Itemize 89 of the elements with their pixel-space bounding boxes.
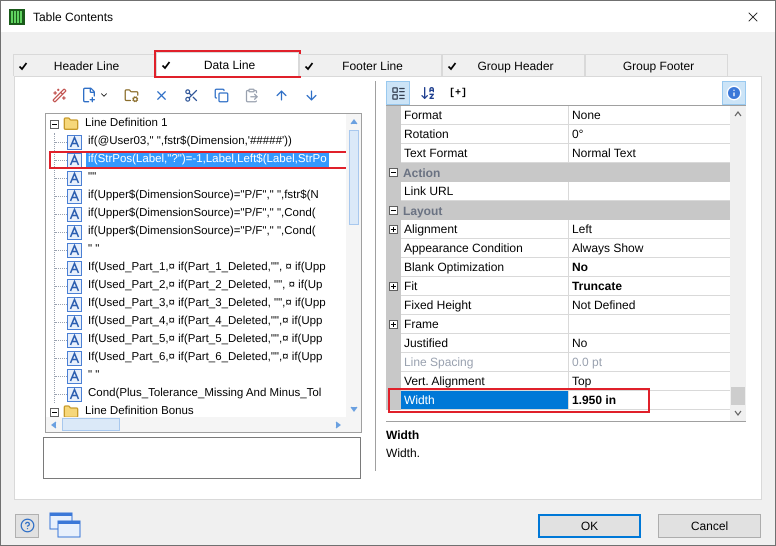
categorized-list-icon bbox=[390, 86, 406, 100]
text-field-icon bbox=[67, 368, 82, 384]
text-field-icon bbox=[67, 260, 82, 276]
copy-icon bbox=[214, 88, 228, 102]
collapse-toggle[interactable] bbox=[389, 168, 398, 177]
text-field-icon bbox=[67, 296, 82, 312]
text-field-icon bbox=[67, 134, 82, 150]
scrollbar-thumb[interactable] bbox=[731, 387, 745, 405]
tab[interactable]: Group Header bbox=[442, 54, 585, 76]
description-text: Width. bbox=[386, 445, 422, 462]
tree-item[interactable]: If(Used_Part_5,¤ if(Part_5_Deleted,"",¤ if(Upp bbox=[86, 331, 324, 349]
text-field-icon bbox=[67, 350, 82, 366]
text-field-icon bbox=[67, 386, 82, 402]
collapse-toggle[interactable] bbox=[50, 408, 59, 416]
collapse-toggle[interactable] bbox=[389, 206, 398, 215]
tree-item[interactable]: If(Used_Part_1,¤ if(Part_1_Deleted,"", ¤ if(Upp bbox=[86, 259, 328, 277]
text-field-icon bbox=[67, 170, 82, 186]
vertical-scrollbar[interactable] bbox=[730, 106, 746, 421]
property-name[interactable]: Format bbox=[401, 106, 569, 125]
sort-az-icon bbox=[420, 85, 436, 101]
window-title: Table Contents bbox=[33, 8, 114, 26]
tree-item[interactable]: Cond(Plus_Tolerance_Missing And Minus_Tol bbox=[86, 385, 324, 403]
property-name[interactable]: Appearance Condition bbox=[401, 239, 569, 258]
text-field-icon bbox=[67, 188, 82, 204]
scroll-right-arrow-icon[interactable] bbox=[334, 420, 342, 428]
wand-icon bbox=[52, 88, 66, 102]
property-name[interactable]: Rotation bbox=[401, 125, 569, 144]
scrollbar-thumb[interactable] bbox=[348, 130, 358, 225]
tree-item[interactable]: If(Used_Part_2,¤ if(Part_2_Deleted, "", ¤ if(Up bbox=[86, 277, 324, 295]
horizontal-scrollbar[interactable] bbox=[46, 417, 361, 432]
windows-icon bbox=[49, 512, 81, 540]
collapse-toggle[interactable] bbox=[50, 120, 59, 128]
property-name[interactable]: Width bbox=[401, 391, 569, 410]
scroll-left-arrow-icon[interactable] bbox=[50, 420, 58, 428]
tree-item[interactable]: If(Used_Part_3,¤ if(Part_3_Deleted, "",¤ if(Upp bbox=[86, 295, 328, 313]
text-field-icon bbox=[67, 242, 82, 258]
tree-item[interactable]: If(Used_Part_4,¤ if(Part_4_Deleted,"",¤ if(Upp bbox=[86, 313, 324, 331]
folder-icon bbox=[63, 404, 79, 417]
tab[interactable]: Footer Line bbox=[299, 54, 442, 76]
tree-item[interactable]: if(@User03," ",fstr$(Dimension,'#####')) bbox=[86, 133, 294, 151]
dialog-button[interactable]: OK bbox=[538, 514, 641, 538]
expand-all-button[interactable]: [+] bbox=[446, 81, 470, 105]
tree-item[interactable]: Line Definition Bonus bbox=[83, 403, 196, 417]
paste-icon bbox=[244, 88, 258, 102]
category-label: Action bbox=[402, 164, 440, 182]
tab[interactable]: Header Line bbox=[13, 54, 156, 76]
vertical-scrollbar[interactable] bbox=[346, 114, 361, 417]
text-field-icon bbox=[67, 332, 82, 348]
tree-item[interactable]: " " bbox=[86, 367, 102, 385]
tree-item[interactable]: "" bbox=[86, 169, 98, 187]
folder-gear-icon bbox=[124, 88, 138, 102]
tree-item[interactable]: If(Used_Part_6,¤ if(Part_6_Deleted,"",¤ if(Upp bbox=[86, 349, 324, 367]
category-label: Layout bbox=[402, 202, 442, 220]
categorized-view-button[interactable] bbox=[386, 81, 410, 105]
tree-item[interactable]: if(Upper$(DimensionSource)="P/F"," ",Cond( bbox=[86, 223, 318, 241]
scroll-down-arrow-icon[interactable] bbox=[350, 405, 358, 413]
property-name[interactable]: Fixed Height bbox=[401, 296, 569, 315]
property-name[interactable]: Blank Optimization bbox=[401, 258, 569, 277]
expand-toggle[interactable] bbox=[389, 225, 398, 234]
property-name[interactable]: Fit bbox=[401, 277, 569, 296]
expand-toggle[interactable] bbox=[389, 282, 398, 291]
info-icon bbox=[726, 85, 742, 101]
text-field-icon bbox=[67, 152, 82, 168]
property-name[interactable]: Frame bbox=[401, 315, 569, 334]
tree-item[interactable]: Line Definition 1 bbox=[83, 115, 170, 133]
cut-icon bbox=[184, 88, 198, 102]
arrow-down-icon bbox=[304, 88, 318, 102]
property-name[interactable]: Alignment bbox=[401, 220, 569, 239]
tab[interactable]: Group Footer bbox=[585, 54, 728, 76]
tree-item[interactable]: if(Upper$(DimensionSource)="P/F"," ",Cond( bbox=[86, 205, 318, 223]
description-title: Width bbox=[386, 427, 420, 444]
help-icon bbox=[20, 518, 34, 533]
property-name[interactable]: Justified bbox=[401, 334, 569, 353]
text-field-icon bbox=[67, 206, 82, 222]
scrollbar-thumb[interactable] bbox=[62, 418, 120, 431]
info-button[interactable] bbox=[722, 81, 746, 105]
scroll-up-arrow-icon[interactable] bbox=[350, 118, 358, 126]
folder-icon bbox=[63, 116, 79, 132]
tree-item[interactable]: " " bbox=[86, 241, 102, 259]
text-field-icon bbox=[67, 224, 82, 240]
new-item-icon bbox=[81, 87, 97, 103]
help-button[interactable] bbox=[15, 514, 39, 538]
expand-toggle[interactable] bbox=[389, 320, 398, 329]
tree-item[interactable]: if(Upper$(DimensionSource)="P/F"," ",fstr$(N bbox=[86, 187, 321, 205]
text-field-icon bbox=[67, 314, 82, 330]
dialog-button[interactable]: Cancel bbox=[658, 514, 761, 538]
text-field-icon bbox=[67, 278, 82, 294]
tab[interactable]: Data Line bbox=[156, 52, 299, 76]
app-icon bbox=[9, 8, 25, 24]
